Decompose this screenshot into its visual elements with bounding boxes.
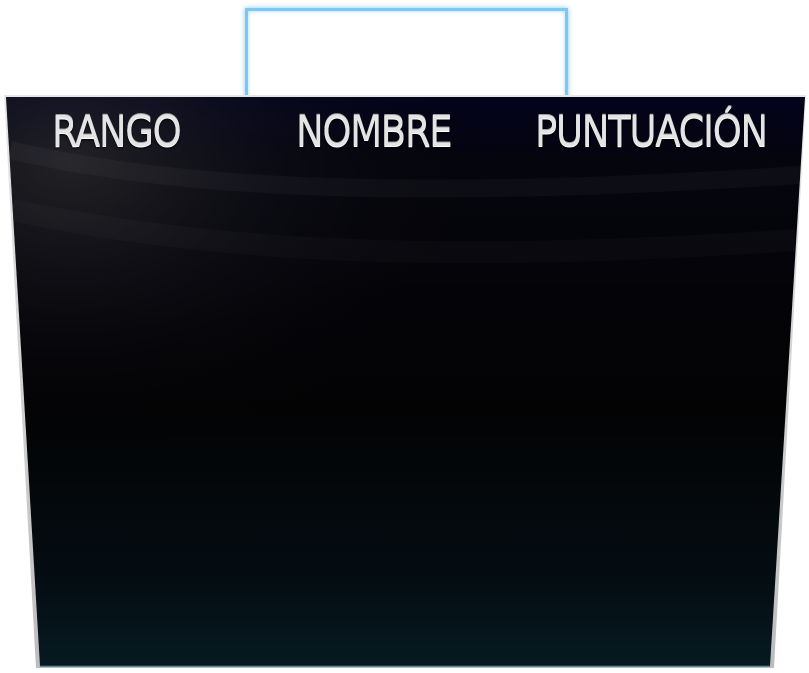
score-column-header: PUNTUACIÓN [535,107,768,157]
leaderboard-header-row: RANGO NOMBRE PUNTUACIÓN [0,104,809,160]
rank-column-header: RANGO [52,107,182,157]
leaderboard-rows [40,170,770,660]
name-column-header: NOMBRE [296,107,453,157]
leaderboard-panel: RANGO NOMBRE PUNTUACIÓN [0,0,809,673]
